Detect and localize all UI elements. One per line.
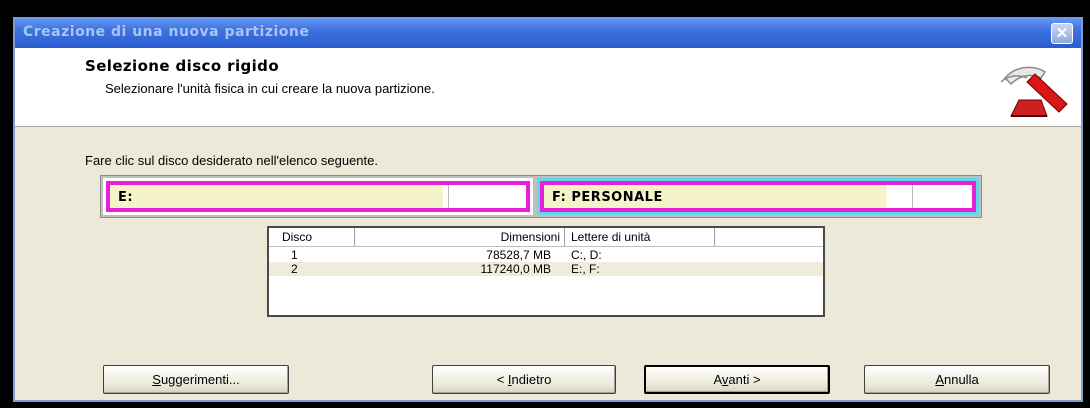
disk-list[interactable]: Disco Dimensioni Lettere di unità 1 7852… <box>267 226 825 317</box>
cancel-access-key: A <box>935 372 944 387</box>
close-button[interactable]: ✕ <box>1051 23 1073 44</box>
column-lettere[interactable]: Lettere di unità <box>565 228 715 246</box>
instruction-text: Fare clic sul disco desiderato nell'elen… <box>85 153 378 168</box>
table-row[interactable]: 2 117240,0 MB E:, F: <box>269 262 823 276</box>
cell-disco: 1 <box>291 248 298 262</box>
cell-dimensioni: 117240,0 MB <box>480 262 552 276</box>
column-dimensioni[interactable]: Dimensioni <box>355 228 565 246</box>
disk-list-header: Disco Dimensioni Lettere di unità <box>269 228 823 247</box>
back-label: ndietro <box>511 372 552 387</box>
window-title: Creazione di una nuova partizione <box>23 24 310 40</box>
page-title: Selezione disco rigido <box>85 57 280 75</box>
next-button[interactable]: Avanti > <box>644 365 830 394</box>
close-icon: ✕ <box>1055 25 1069 42</box>
back-arrow: < <box>496 372 508 387</box>
cancel-button[interactable]: Annulla <box>864 365 1050 394</box>
suggestions-label: uggerimenti... <box>160 372 240 387</box>
next-label-start: A <box>713 372 722 387</box>
suggestions-button[interactable]: Suggerimenti... <box>103 365 289 394</box>
next-label: anti > <box>728 372 761 387</box>
cell-lettere: C:, D: <box>571 248 602 262</box>
partition-divider <box>912 185 913 208</box>
disk-partition-bar: E: F: PERSONALE <box>100 175 982 218</box>
wizard-window: Creazione di una nuova partizione ✕ Sele… <box>13 17 1083 402</box>
cancel-label: nnulla <box>943 372 979 387</box>
wizard-header: Selezione disco rigido Selezionare l'uni… <box>15 48 1081 127</box>
cell-dimensioni: 78528,7 MB <box>486 248 551 262</box>
column-disco[interactable]: Disco <box>269 228 355 246</box>
cell-lettere: E:, F: <box>571 262 600 276</box>
partition-e-label: E: <box>118 190 134 205</box>
cell-disco: 2 <box>291 262 298 276</box>
back-button[interactable]: < Indietro <box>432 365 616 394</box>
partition-f-frame: F: PERSONALE <box>540 181 976 212</box>
partition-divider <box>448 185 449 208</box>
partition-f[interactable]: F: PERSONALE <box>537 178 979 215</box>
partition-e[interactable]: E: <box>103 178 533 215</box>
page-subtitle: Selezionare l'unità fisica in cui creare… <box>105 81 435 96</box>
table-row[interactable]: 1 78528,7 MB C:, D: <box>269 248 823 262</box>
title-bar[interactable]: Creazione di una nuova partizione ✕ <box>15 17 1081 48</box>
screenshot-frame: Creazione di una nuova partizione ✕ Sele… <box>0 0 1090 408</box>
hammer-wizard-icon <box>1000 66 1068 117</box>
partition-e-frame: E: <box>106 181 530 212</box>
suggestions-access-key: S <box>152 372 161 387</box>
partition-f-label: F: PERSONALE <box>552 190 663 205</box>
